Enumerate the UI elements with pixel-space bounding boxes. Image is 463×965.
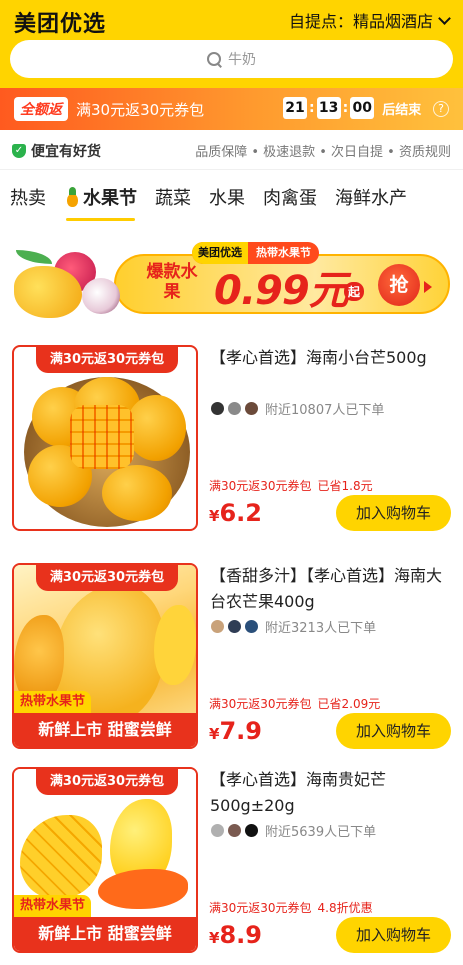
guarantee-title: 便宜有好货: [31, 143, 101, 160]
pineapple-icon: [64, 187, 80, 207]
fresh-flash-banner: 新鲜上市 甜蜜尝鲜: [14, 713, 196, 747]
banner-hot-label: 爆款水果: [146, 262, 198, 302]
product-image[interactable]: 满30元返30元券包: [12, 345, 198, 531]
festival-flash-tag: 热带水果节: [14, 895, 92, 917]
tab-fruit[interactable]: 水果: [209, 184, 245, 210]
avatar: [244, 619, 259, 634]
product-title[interactable]: 【孝心首选】海南小台芒500g: [210, 345, 454, 371]
coupon-text: 满30元返30元券包: [209, 697, 312, 711]
product-price: ¥7.9: [209, 717, 262, 745]
mangosteen-image: [82, 278, 120, 314]
discount-text: 4.8折优惠: [317, 901, 373, 915]
avatar: [227, 619, 242, 634]
product-card[interactable]: 满30元返30元券包 热带水果节 新鲜上市 甜蜜尝鲜 【香甜多汁】【孝心首选】海…: [0, 563, 463, 763]
app-logo: 美团优选: [14, 12, 107, 37]
buyer-count: 附近10807人已下单: [265, 403, 385, 418]
avatar: [210, 401, 225, 416]
tab-meat-eggs[interactable]: 肉禽蛋: [263, 184, 317, 210]
product-price: ¥6.2: [209, 499, 262, 527]
coupon-text: 满30元返30元券包: [209, 479, 312, 493]
product-image[interactable]: 满30元返30元券包 热带水果节 新鲜上市 甜蜜尝鲜: [12, 767, 198, 953]
tab-seafood[interactable]: 海鲜水产: [335, 184, 407, 210]
buyer-count: 附近3213人已下单: [265, 621, 377, 636]
search-icon: [207, 51, 222, 67]
tab-hot[interactable]: 热卖: [10, 184, 46, 210]
product-card[interactable]: 满30元返30元券包 【孝心首选】海南小台芒500g 附近10807人已下单 满…: [0, 345, 463, 545]
grab-button[interactable]: 抢: [378, 264, 420, 306]
savings-text: 已省1.8元: [317, 479, 373, 493]
fruit-festival-banner[interactable]: 美团优选 热带水果节 爆款水果 0.99元 起 抢: [14, 236, 450, 326]
help-icon[interactable]: ?: [433, 101, 449, 117]
product-card[interactable]: 满30元返30元券包 热带水果节 新鲜上市 甜蜜尝鲜 【孝心首选】海南贵妃芒50…: [0, 767, 463, 965]
avatar: [227, 823, 242, 838]
product-image[interactable]: 满30元返30元券包 热带水果节 新鲜上市 甜蜜尝鲜: [12, 563, 198, 749]
savings-text: 已省2.09元: [317, 697, 381, 711]
deal-info: 满30元返30元券包 4.8折优惠: [209, 899, 373, 916]
arrow-right-icon: [424, 281, 432, 293]
add-to-cart-button[interactable]: 加入购物车: [336, 495, 451, 531]
avatar: [244, 401, 259, 416]
countdown-minutes: 13: [316, 97, 341, 119]
avatar: [227, 401, 242, 416]
search-bar[interactable]: 牛奶: [10, 40, 453, 78]
product-image-tag: 满30元返30元券包: [36, 565, 178, 591]
avatar: [244, 823, 259, 838]
add-to-cart-button[interactable]: 加入购物车: [336, 713, 451, 749]
avatar: [210, 619, 225, 634]
countdown-timer: 21 : 13 : 00 后结束: [283, 97, 421, 119]
fresh-flash-banner: 新鲜上市 甜蜜尝鲜: [14, 917, 196, 951]
quality-guarantee-bar[interactable]: ✓ 便宜有好货 品质保障 • 极速退款 • 次日自提 • 资质规则: [0, 132, 463, 170]
product-image-tag: 满30元返30元券包: [36, 769, 178, 795]
avatar: [210, 823, 225, 838]
product-title[interactable]: 【香甜多汁】【孝心首选】海南大台农芒果400g: [210, 563, 454, 615]
countdown-end-label: 后结束: [382, 102, 422, 118]
chevron-down-icon: [438, 11, 451, 25]
coupon-text: 满30元返30元券包: [209, 901, 312, 915]
deal-info: 满30元返30元券包 已省1.8元: [209, 477, 373, 494]
cashback-badge: 全额返: [14, 97, 68, 121]
guarantee-items: 品质保障 • 极速退款 • 次日自提 • 资质规则: [195, 145, 451, 160]
tab-fruit-festival[interactable]: 水果节: [64, 184, 137, 221]
search-placeholder: 牛奶: [228, 52, 256, 68]
pickup-point-label: 自提点：精品烟酒店: [288, 12, 433, 31]
tab-vegetables[interactable]: 蔬菜: [155, 184, 191, 210]
pickup-point-selector[interactable]: 自提点：精品烟酒店: [289, 8, 451, 32]
shield-check-icon: ✓: [12, 143, 26, 158]
product-image-tag: 满30元返30元券包: [36, 347, 178, 373]
product-price: ¥8.9: [209, 921, 262, 949]
buyer-count: 附近5639人已下单: [265, 825, 377, 840]
festival-flash-tag: 热带水果节: [14, 691, 92, 713]
recent-buyers: 附近5639人已下单: [210, 821, 376, 840]
countdown-seconds: 00: [350, 97, 375, 119]
cashback-text: 满30元返30元券包: [76, 100, 205, 119]
banner-price-suffix: 起: [344, 282, 365, 301]
product-title[interactable]: 【孝心首选】海南贵妃芒500g±20g: [210, 767, 454, 819]
banner-price: 0.99元: [214, 268, 349, 314]
recent-buyers: 附近3213人已下单: [210, 617, 376, 636]
app-header: 美团优选 自提点：精品烟酒店 牛奶: [0, 0, 463, 88]
category-tabs: 热卖 水果节 蔬菜 水果 肉禽蛋 海鲜水产: [0, 184, 463, 232]
deal-info: 满30元返30元券包 已省2.09元: [209, 695, 380, 712]
leaf-decoration: [16, 250, 52, 264]
countdown-hours: 21: [283, 97, 307, 119]
cashback-promo-strip[interactable]: 全额返 满30元返30元券包 21 : 13 : 00 后结束 ?: [0, 88, 463, 130]
add-to-cart-button[interactable]: 加入购物车: [336, 917, 451, 953]
recent-buyers: 附近10807人已下单: [210, 399, 384, 418]
